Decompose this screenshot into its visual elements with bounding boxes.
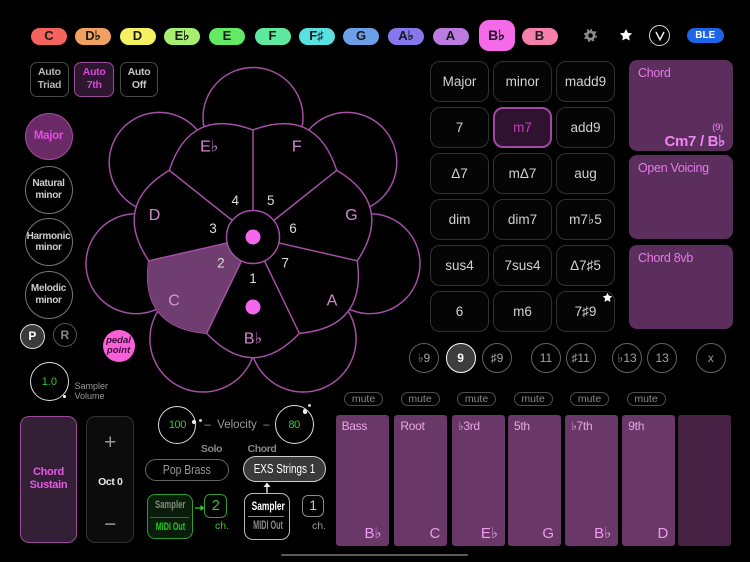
svg-text:2: 2 bbox=[217, 256, 225, 271]
svg-text:4: 4 bbox=[231, 193, 239, 208]
svg-text:3: 3 bbox=[209, 221, 217, 236]
svg-text:C: C bbox=[168, 293, 180, 310]
svg-text:G: G bbox=[345, 207, 357, 224]
svg-text:A: A bbox=[327, 293, 338, 310]
svg-text:5: 5 bbox=[267, 193, 275, 208]
svg-text:F: F bbox=[292, 139, 302, 156]
svg-text:1: 1 bbox=[249, 271, 257, 286]
svg-text:B♭: B♭ bbox=[244, 331, 262, 348]
svg-text:6: 6 bbox=[289, 221, 297, 236]
svg-text:D: D bbox=[149, 207, 161, 224]
svg-text:7: 7 bbox=[281, 256, 289, 271]
svg-text:E♭: E♭ bbox=[200, 139, 218, 156]
